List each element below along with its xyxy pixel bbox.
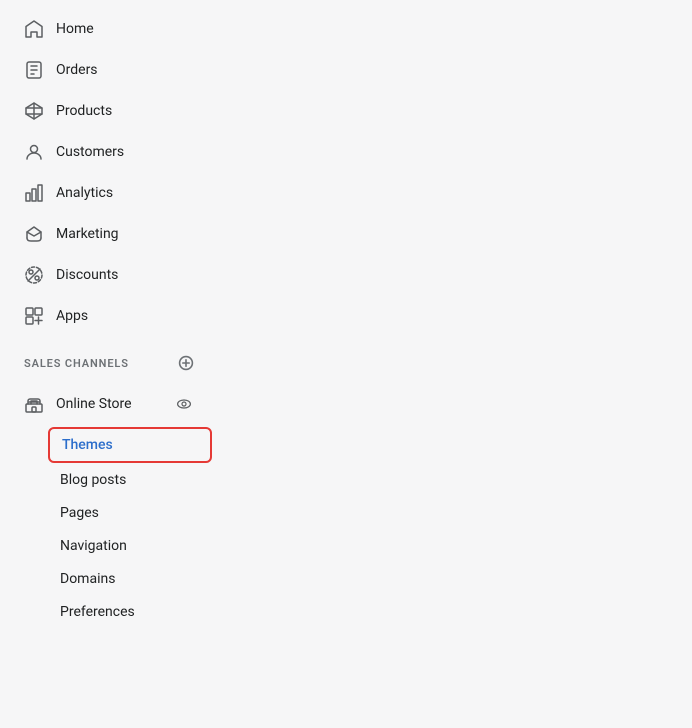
subnav-item-preferences[interactable]: Preferences bbox=[48, 596, 212, 628]
sidebar-item-label: Analytics bbox=[56, 185, 113, 201]
online-store-icon bbox=[24, 394, 44, 414]
sidebar-item-customers[interactable]: Customers bbox=[8, 132, 212, 172]
subnav-item-pages[interactable]: Pages bbox=[48, 497, 212, 529]
sidebar-item-home[interactable]: Home bbox=[8, 9, 212, 49]
analytics-icon bbox=[24, 183, 44, 203]
sidebar-item-label: Home bbox=[56, 21, 94, 37]
customers-icon bbox=[24, 142, 44, 162]
sidebar-item-label: Customers bbox=[56, 144, 124, 160]
subnav-item-label: Navigation bbox=[60, 538, 127, 554]
sidebar-item-orders[interactable]: Orders bbox=[8, 50, 212, 90]
sidebar-item-products[interactable]: Products bbox=[8, 91, 212, 131]
subnav-item-domains[interactable]: Domains bbox=[48, 563, 212, 595]
subnav-item-blog-posts[interactable]: Blog posts bbox=[48, 464, 212, 496]
view-store-button[interactable] bbox=[172, 392, 196, 416]
sidebar-item-label: Discounts bbox=[56, 267, 118, 283]
subnav-item-label: Domains bbox=[60, 571, 115, 587]
subnav-item-label: Themes bbox=[62, 437, 113, 453]
sales-channels-header: SALES CHANNELS bbox=[8, 337, 212, 381]
online-store-left: Online Store bbox=[24, 394, 132, 414]
subnav-item-label: Blog posts bbox=[60, 472, 126, 488]
orders-icon bbox=[24, 60, 44, 80]
online-store-subnav: Themes Blog posts Pages Navigation Domai… bbox=[48, 427, 212, 628]
subnav-item-navigation[interactable]: Navigation bbox=[48, 530, 212, 562]
sidebar-item-label: Apps bbox=[56, 308, 88, 324]
sales-channels-label: SALES CHANNELS bbox=[24, 357, 129, 370]
sidebar-item-online-store[interactable]: Online Store bbox=[8, 382, 212, 426]
subnav-item-label: Preferences bbox=[60, 604, 135, 620]
sidebar-item-analytics[interactable]: Analytics bbox=[8, 173, 212, 213]
home-icon bbox=[24, 19, 44, 39]
sidebar-item-marketing[interactable]: Marketing bbox=[8, 214, 212, 254]
sidebar-item-label: Marketing bbox=[56, 226, 119, 242]
subnav-item-label: Pages bbox=[60, 505, 99, 521]
marketing-icon bbox=[24, 224, 44, 244]
online-store-label: Online Store bbox=[56, 396, 132, 412]
sidebar: Home Orders Products Customers Analytics… bbox=[0, 0, 220, 728]
apps-icon bbox=[24, 306, 44, 326]
sidebar-item-discounts[interactable]: Discounts bbox=[8, 255, 212, 295]
products-icon bbox=[24, 101, 44, 121]
sidebar-item-apps[interactable]: Apps bbox=[8, 296, 212, 336]
sidebar-item-label: Orders bbox=[56, 62, 98, 78]
discounts-icon bbox=[24, 265, 44, 285]
add-sales-channel-button[interactable] bbox=[176, 353, 196, 373]
sidebar-item-label: Products bbox=[56, 103, 112, 119]
subnav-item-themes[interactable]: Themes bbox=[48, 427, 212, 463]
